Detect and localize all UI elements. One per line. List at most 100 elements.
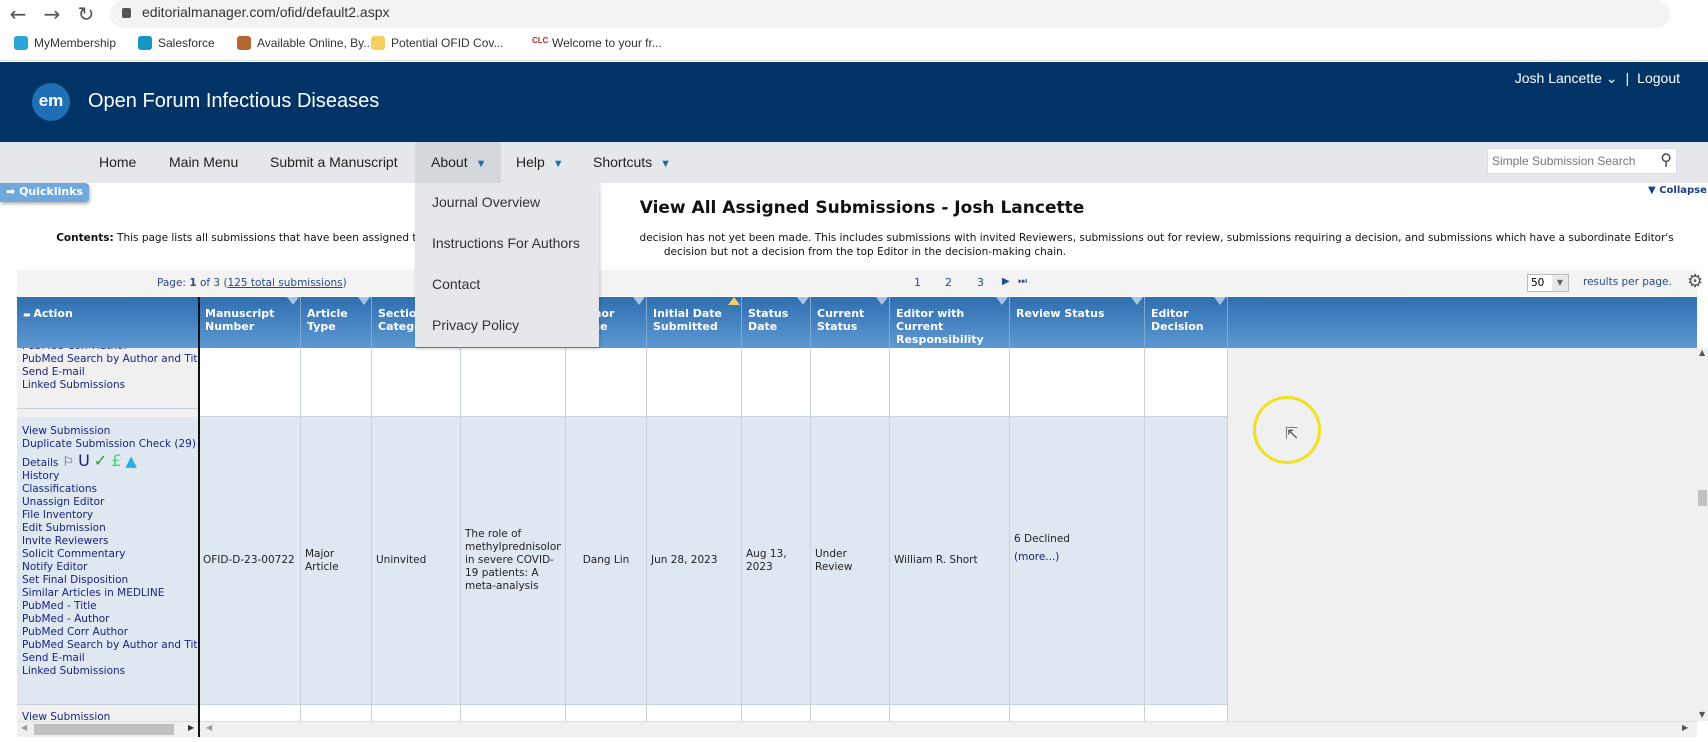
action-link[interactable]: Linked Submissions: [22, 665, 198, 678]
column-header[interactable]: Article Type: [301, 297, 372, 348]
column-header[interactable]: Manuscript Number: [199, 297, 301, 348]
back-icon[interactable]: ←: [6, 2, 30, 26]
menu-instructions-for-authors[interactable]: Instructions For Authors: [432, 235, 580, 251]
pound-icon[interactable]: £: [111, 451, 121, 470]
action-link[interactable]: Edit Submission: [22, 522, 198, 535]
flag-icon[interactable]: ⚐: [62, 455, 74, 470]
column-header[interactable]: Current Status: [811, 297, 890, 348]
action-link[interactable]: Send E-mail: [22, 652, 198, 665]
vertical-scrollbar[interactable]: ▲ ▼: [1697, 348, 1708, 721]
page-3-link[interactable]: 3: [977, 276, 984, 289]
sort-icon[interactable]: [358, 297, 370, 305]
results-per-page-select[interactable]: 50 ▼: [1527, 274, 1569, 292]
page-1-link[interactable]: 1: [914, 276, 921, 289]
action-link[interactable]: History: [22, 470, 198, 483]
action-link[interactable]: PubMed - Author: [22, 613, 198, 626]
column-header[interactable]: ▬ Action: [17, 297, 199, 348]
action-link[interactable]: PubMed Corr Author: [22, 626, 198, 639]
menu-journal-overview[interactable]: Journal Overview: [432, 194, 540, 210]
check-icon[interactable]: ✓: [94, 451, 107, 470]
table-cell: [1145, 417, 1228, 705]
action-link[interactable]: File Inventory: [22, 509, 198, 522]
chevron-down-icon: ▼: [1552, 275, 1568, 291]
gear-icon[interactable]: ⚙: [1687, 271, 1703, 292]
column-header[interactable]: Editor Decision: [1145, 297, 1228, 348]
scroll-left-icon[interactable]: ◀: [21, 723, 27, 732]
em-logo[interactable]: em: [32, 83, 70, 121]
nav-help[interactable]: Help ▼: [516, 154, 564, 170]
nav-home[interactable]: Home: [99, 154, 136, 170]
column-header[interactable]: Initial Date Submitted: [647, 297, 742, 348]
last-page-icon[interactable]: ⏭: [1018, 276, 1027, 287]
bookmark-icon: CLC: [532, 36, 549, 45]
scroll-right-icon[interactable]: ▶: [188, 723, 194, 732]
u-icon[interactable]: U: [78, 451, 90, 470]
bookmark-icon: [14, 36, 28, 50]
bookmark-item[interactable]: Potential OFID Cov...: [371, 36, 503, 50]
menu-contact[interactable]: Contact: [432, 276, 480, 292]
bookmark-item[interactable]: MyMembership: [14, 36, 116, 50]
action-link[interactable]: Invite Reviewers: [22, 535, 198, 548]
column-header[interactable]: Review Status: [1010, 297, 1145, 348]
column-header[interactable]: Status Date: [742, 297, 811, 348]
logout-link[interactable]: Logout: [1637, 70, 1680, 87]
action-link[interactable]: PubMed Search by Author and Title: [22, 639, 198, 652]
action-link[interactable]: Send E-mail: [22, 366, 198, 379]
nav-about[interactable]: About ▼: [431, 154, 486, 170]
sort-icon[interactable]: [876, 297, 888, 305]
action-link[interactable]: View Submission: [22, 425, 198, 438]
collapse-actions-icon[interactable]: ▬: [23, 310, 33, 319]
action-link[interactable]: Solicit Commentary: [22, 548, 198, 561]
nav-shortcuts[interactable]: Shortcuts ▼: [593, 154, 671, 170]
action-link[interactable]: Set Final Disposition: [22, 574, 198, 587]
collapse-link[interactable]: ▼ Collapse: [1648, 185, 1707, 196]
action-link[interactable]: Unassign Editor: [22, 496, 198, 509]
action-link[interactable]: Linked Submissions: [22, 379, 198, 392]
horizontal-scrollbar[interactable]: ◀ ▶ ◀ ▶: [17, 721, 1697, 737]
review-more-link[interactable]: (more...): [1014, 551, 1140, 564]
sort-icon[interactable]: [633, 297, 645, 305]
address-bar[interactable]: editorialmanager.com/ofid/default2.aspx: [110, 0, 1670, 28]
nav-submit-manuscript[interactable]: Submit a Manuscript: [270, 154, 398, 170]
action-link[interactable]: Duplicate Submission Check (29): [22, 438, 198, 451]
scroll-down-icon[interactable]: ▼: [1699, 710, 1705, 719]
reload-icon[interactable]: ↻: [74, 2, 98, 26]
scroll-left-icon[interactable]: ◀: [206, 723, 212, 732]
user-menu[interactable]: Josh Lancette ⌄: [1515, 70, 1618, 87]
sort-icon[interactable]: [1214, 297, 1226, 305]
scroll-up-icon[interactable]: ▲: [1699, 348, 1705, 357]
sort-icon[interactable]: [797, 297, 809, 305]
search-icon[interactable]: ⚲: [1660, 150, 1672, 170]
table-cell: [742, 705, 811, 721]
action-link[interactable]: Notify Editor: [22, 561, 198, 574]
bookmark-item[interactable]: CLC Welcome to your fr...: [532, 36, 662, 50]
sort-asc-icon[interactable]: [728, 297, 740, 305]
next-page-icon[interactable]: ▶: [1002, 276, 1010, 287]
sort-icon[interactable]: [1131, 297, 1143, 305]
bookmark-item[interactable]: Salesforce: [138, 36, 215, 50]
menu-privacy-policy[interactable]: Privacy Policy: [432, 317, 519, 333]
review-status: 6 Declined: [1014, 533, 1070, 545]
triangle-icon[interactable]: ▲: [125, 452, 137, 470]
action-link[interactable]: PubMed - Title: [22, 600, 198, 613]
sort-icon[interactable]: [287, 297, 299, 305]
scroll-right-icon[interactable]: ▶: [1682, 723, 1688, 732]
action-link[interactable]: PubMed Search by Author and Title: [22, 353, 198, 366]
simple-submission-search[interactable]: Simple Submission Search ⚲: [1487, 148, 1677, 174]
column-header[interactable]: Editor with Current Responsibility: [890, 297, 1010, 348]
total-submissions-link[interactable]: 125 total submissions: [228, 277, 343, 289]
cell-value: Uninvited: [376, 554, 427, 566]
action-link[interactable]: View Submission: [22, 711, 198, 721]
main-nav: Simple Submission Search ⚲: [0, 142, 1708, 183]
forward-icon[interactable]: →: [40, 2, 64, 26]
bookmark-item[interactable]: Available Online, By...: [237, 36, 373, 50]
frozen-scroll-thumb[interactable]: [34, 724, 174, 735]
chevron-down-icon: ▼: [552, 158, 564, 170]
nav-main-menu[interactable]: Main Menu: [169, 154, 238, 170]
sort-icon[interactable]: [996, 297, 1008, 305]
scroll-thumb[interactable]: [1698, 490, 1707, 506]
page-2-link[interactable]: 2: [945, 276, 952, 289]
action-link[interactable]: Classifications: [22, 483, 198, 496]
action-link[interactable]: Similar Articles in MEDLINE: [22, 587, 198, 600]
action-link[interactable]: Details: [22, 457, 58, 469]
